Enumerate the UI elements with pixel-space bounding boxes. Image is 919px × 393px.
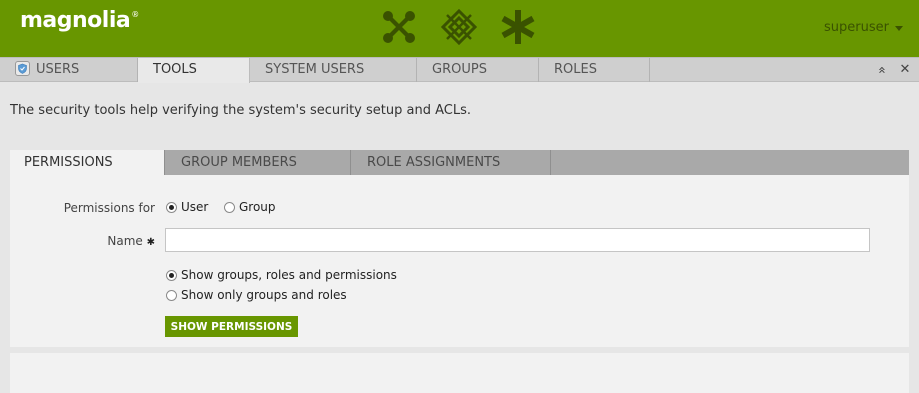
- required-icon: ✱: [146, 237, 155, 248]
- results-panel: [10, 353, 909, 393]
- asterisk-icon[interactable]: [500, 9, 536, 45]
- radio-show-groups-roles[interactable]: Show only groups and roles: [166, 288, 347, 302]
- radio-group-label: Group: [239, 200, 276, 214]
- tab-label: GROUP MEMBERS: [181, 155, 297, 170]
- tab-group-members[interactable]: GROUP MEMBERS: [165, 150, 351, 175]
- maximize-icon[interactable]: «: [871, 61, 891, 79]
- diamond-grid-icon[interactable]: [441, 9, 477, 45]
- tab-label: USERS: [36, 62, 80, 77]
- chevron-down-icon: [895, 26, 903, 31]
- tab-label: TOOLS: [153, 62, 197, 77]
- radio-user-dot: [166, 201, 177, 213]
- radio-show-groups-roles-label: Show only groups and roles: [181, 288, 347, 302]
- name-label-text: Name: [107, 234, 143, 248]
- app-header: magnolia® superuser: [0, 0, 919, 57]
- radio-show-all-label: Show groups, roles and permissions: [181, 268, 397, 282]
- logo-registered-mark: ®: [131, 10, 139, 19]
- tab-users[interactable]: USERS: [0, 58, 138, 82]
- tab-label: PERMISSIONS: [24, 155, 113, 170]
- user-menu[interactable]: superuser: [824, 20, 903, 35]
- magnolia-logo[interactable]: magnolia®: [20, 8, 139, 33]
- tab-system-users[interactable]: SYSTEM USERS: [250, 58, 417, 82]
- radio-user-label: User: [181, 200, 209, 214]
- radio-group-dot: [224, 201, 235, 213]
- radio-show-groups-roles-dot: [166, 289, 177, 301]
- logo-text: magnolia: [20, 8, 131, 33]
- tab-label: ROLE ASSIGNMENTS: [367, 155, 501, 170]
- tab-label: ROLES: [554, 62, 597, 77]
- user-name: superuser: [824, 20, 889, 35]
- tools-description: The security tools help verifying the sy…: [10, 103, 471, 118]
- radio-user[interactable]: User: [166, 200, 208, 214]
- tab-roles[interactable]: ROLES: [539, 58, 650, 82]
- name-label: Name ✱: [107, 234, 155, 248]
- close-icon[interactable]: ✕: [896, 60, 914, 80]
- tab-role-assignments[interactable]: ROLE ASSIGNMENTS: [351, 150, 551, 175]
- radio-group[interactable]: Group: [224, 200, 276, 214]
- tab-label: SYSTEM USERS: [265, 62, 365, 77]
- tab-groups[interactable]: GROUPS: [417, 58, 539, 82]
- show-permissions-button[interactable]: SHOW PERMISSIONS: [165, 316, 298, 337]
- shield-icon: [15, 61, 30, 76]
- radio-show-all[interactable]: Show groups, roles and permissions: [166, 268, 397, 282]
- apps-x-icon[interactable]: [381, 9, 417, 45]
- sub-tab-bar: PERMISSIONS GROUP MEMBERS ROLE ASSIGNMEN…: [10, 150, 909, 175]
- radio-show-all-dot: [166, 269, 177, 281]
- tab-tools[interactable]: TOOLS: [138, 58, 250, 83]
- tab-label: GROUPS: [432, 62, 487, 77]
- name-field[interactable]: [165, 228, 870, 252]
- app-tab-bar: USERS TOOLS SYSTEM USERS GROUPS ROLES « …: [0, 57, 919, 83]
- permissions-for-label: Permissions for: [63, 201, 155, 215]
- tab-permissions[interactable]: PERMISSIONS: [10, 150, 165, 175]
- permissions-form: Permissions for User Group Name ✱ Show g…: [10, 175, 909, 347]
